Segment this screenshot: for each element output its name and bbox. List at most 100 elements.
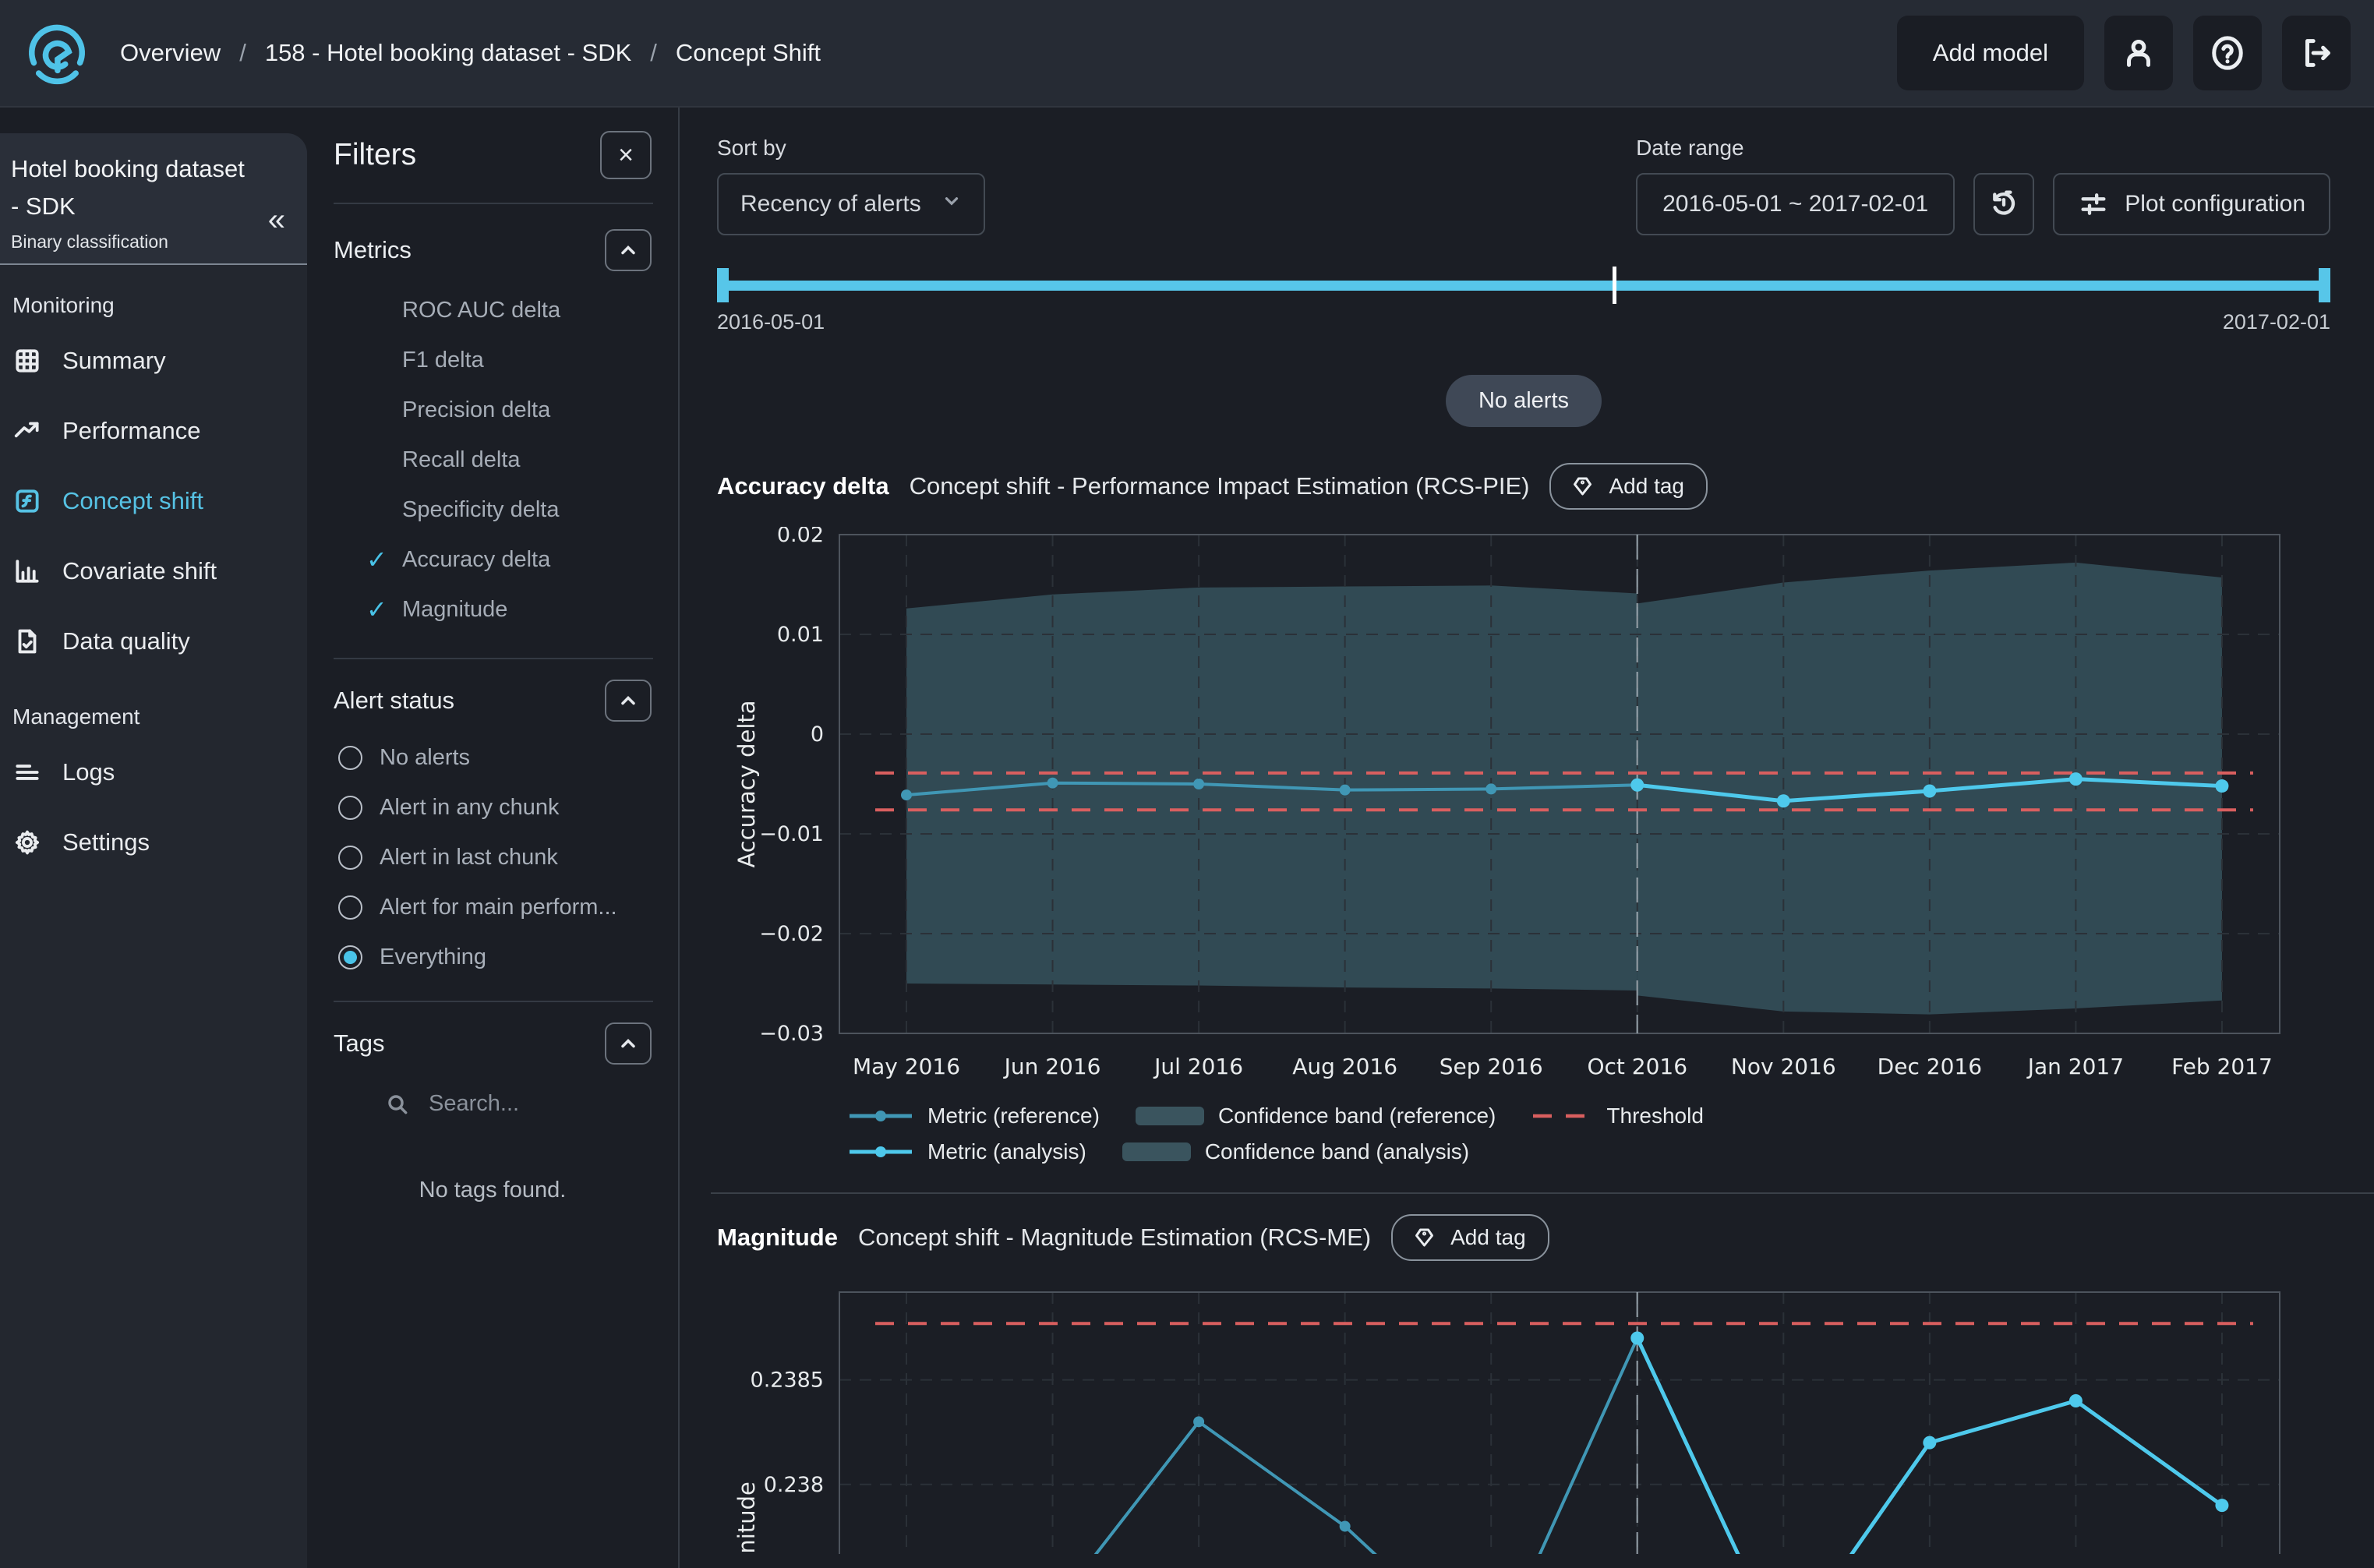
sidebar-item-label: Summary — [62, 347, 166, 375]
sidebar-item-label: Settings — [62, 828, 150, 856]
model-header: Hotel booking dataset - SDK Binary class… — [0, 133, 307, 265]
svg-text:Dec 2016: Dec 2016 — [1878, 1054, 1982, 1079]
filters-close-button[interactable]: × — [600, 131, 652, 179]
sidebar-item-covariate-shift[interactable]: Covariate shift — [0, 536, 307, 606]
alert-radio-any-chunk[interactable]: Alert in any chunk — [338, 782, 652, 832]
metric-option-recall-delta[interactable]: Recall delta — [334, 435, 652, 485]
svg-text:Accuracy delta: Accuracy delta — [733, 700, 760, 867]
sidebar-item-summary[interactable]: Summary — [0, 326, 307, 396]
band-swatch-icon — [1136, 1105, 1204, 1127]
filters-panel: Filters × Metrics ROC AUC delta F1 delta — [307, 108, 680, 1568]
magnitude-chart[interactable]: 0.23850.238Magnitude — [717, 1284, 2330, 1554]
model-type-label: Binary classification — [11, 231, 257, 253]
summary-grid-icon — [12, 346, 42, 376]
logout-icon — [2298, 35, 2334, 71]
legend-metric-analysis[interactable]: Metric (analysis) — [848, 1139, 1086, 1164]
tag-icon — [1415, 1226, 1438, 1249]
alert-radio-everything[interactable]: Everything — [338, 932, 652, 982]
svg-text:0.02: 0.02 — [777, 527, 824, 547]
svg-text:May 2016: May 2016 — [853, 1054, 960, 1079]
svg-text:Oct 2016: Oct 2016 — [1587, 1054, 1687, 1079]
sliders-icon — [2078, 189, 2109, 220]
chart-title-magnitude: Magnitude — [717, 1224, 838, 1252]
sidebar-item-data-quality[interactable]: Data quality — [0, 606, 307, 676]
sidebar-item-settings[interactable]: Settings — [0, 807, 307, 878]
alert-radio-main-performance[interactable]: Alert for main perform... — [338, 882, 652, 932]
logout-button[interactable] — [2282, 16, 2351, 90]
filters-title: Filters — [334, 138, 416, 172]
slider-start-label: 2016-05-01 — [717, 310, 825, 334]
metric-option-magnitude[interactable]: ✓ Magnitude — [334, 584, 652, 634]
line-swatch-icon — [848, 1108, 913, 1124]
breadcrumb-model[interactable]: 158 - Hotel booking dataset - SDK — [265, 39, 631, 67]
svg-text:0.01: 0.01 — [777, 623, 824, 647]
sidebar-item-label: Logs — [62, 758, 115, 786]
tags-collapse-button[interactable] — [605, 1022, 652, 1065]
trending-up-icon — [12, 416, 42, 446]
reset-date-range-button[interactable] — [1973, 173, 2034, 235]
breadcrumb-concept-shift[interactable]: Concept Shift — [676, 39, 821, 67]
tags-group-title: Tags — [334, 1029, 384, 1058]
alert-status-collapse-button[interactable] — [605, 680, 652, 722]
document-check-icon — [12, 627, 42, 656]
slider-track[interactable] — [717, 281, 2330, 291]
band-swatch-icon — [1122, 1141, 1191, 1163]
metric-option-f1-delta[interactable]: F1 delta — [334, 335, 652, 385]
metrics-group-title: Metrics — [334, 236, 412, 264]
sidebar-collapse-button[interactable]: « — [257, 188, 296, 253]
legend-metric-reference[interactable]: Metric (reference) — [848, 1104, 1100, 1128]
chevron-down-icon — [941, 191, 962, 211]
metric-option-accuracy-delta[interactable]: ✓ Accuracy delta — [334, 535, 652, 584]
sidebar-item-logs[interactable]: Logs — [0, 737, 307, 807]
logs-icon — [12, 758, 42, 787]
help-button[interactable] — [2193, 16, 2262, 90]
breadcrumb-overview[interactable]: Overview — [120, 39, 221, 67]
model-name: Hotel booking dataset - SDK — [11, 150, 257, 225]
slider-handle-end[interactable] — [2319, 268, 2330, 302]
search-icon — [385, 1092, 410, 1117]
date-range-label: Date range — [1636, 136, 1955, 161]
sort-by-select[interactable]: Recency of alerts — [717, 173, 985, 235]
metric-option-roc-auc-delta[interactable]: ROC AUC delta — [334, 285, 652, 335]
svg-text:0: 0 — [811, 722, 824, 747]
sidebar-item-concept-shift[interactable]: Concept shift — [0, 466, 307, 536]
sidebar-item-label: Covariate shift — [62, 557, 217, 585]
question-circle-icon — [2210, 35, 2245, 71]
chart-title-accuracy-delta: Accuracy delta — [717, 472, 889, 500]
line-swatch-icon — [848, 1144, 913, 1160]
date-range-input[interactable]: 2016-05-01 ~ 2017-02-01 — [1636, 173, 1955, 235]
svg-text:Sep 2016: Sep 2016 — [1440, 1054, 1543, 1079]
svg-text:Jun 2016: Jun 2016 — [1003, 1054, 1101, 1079]
metrics-collapse-button[interactable] — [605, 229, 652, 271]
sidebar: Hotel booking dataset - SDK Binary class… — [0, 108, 307, 1568]
tags-search-input[interactable] — [429, 1091, 631, 1117]
add-model-button[interactable]: Add model — [1897, 16, 2084, 90]
legend-confidence-analysis[interactable]: Confidence band (analysis) — [1122, 1139, 1469, 1164]
slider-end-label: 2017-02-01 — [2223, 310, 2330, 334]
status-badge[interactable]: No alerts — [1446, 375, 1602, 427]
metric-option-specificity-delta[interactable]: Specificity delta — [334, 485, 652, 535]
alert-radio-no-alerts[interactable]: No alerts — [338, 733, 652, 782]
legend-confidence-reference[interactable]: Confidence band (reference) — [1136, 1104, 1496, 1128]
chart-subtitle-magnitude: Concept shift - Magnitude Estimation (RC… — [858, 1224, 1371, 1252]
user-account-button[interactable] — [2104, 16, 2173, 90]
add-tag-button[interactable]: Add tag — [1549, 463, 1708, 510]
user-icon — [2121, 35, 2157, 71]
chevron-up-icon — [617, 1033, 639, 1054]
plot-configuration-button[interactable]: Plot configuration — [2053, 173, 2330, 235]
chart-subtitle-accuracy-delta: Concept shift - Performance Impact Estim… — [910, 472, 1530, 500]
no-tags-message: No tags found. — [334, 1178, 652, 1203]
sidebar-item-label: Concept shift — [62, 487, 203, 515]
legend-threshold[interactable]: Threshold — [1531, 1104, 1704, 1128]
alert-radio-last-chunk[interactable]: Alert in last chunk — [338, 832, 652, 882]
radio-icon — [338, 846, 362, 870]
metric-option-precision-delta[interactable]: Precision delta — [334, 385, 652, 435]
add-tag-button[interactable]: Add tag — [1391, 1214, 1549, 1261]
sidebar-item-performance[interactable]: Performance — [0, 396, 307, 466]
radio-selected-icon — [338, 945, 362, 969]
slider-handle-start[interactable] — [717, 268, 729, 302]
accuracy-delta-chart[interactable]: 0.020.010−0.01−0.02−0.03Accuracy deltaMa… — [717, 527, 2330, 1096]
gear-icon — [12, 828, 42, 857]
close-icon: × — [618, 140, 634, 171]
chevron-up-icon — [617, 239, 639, 261]
